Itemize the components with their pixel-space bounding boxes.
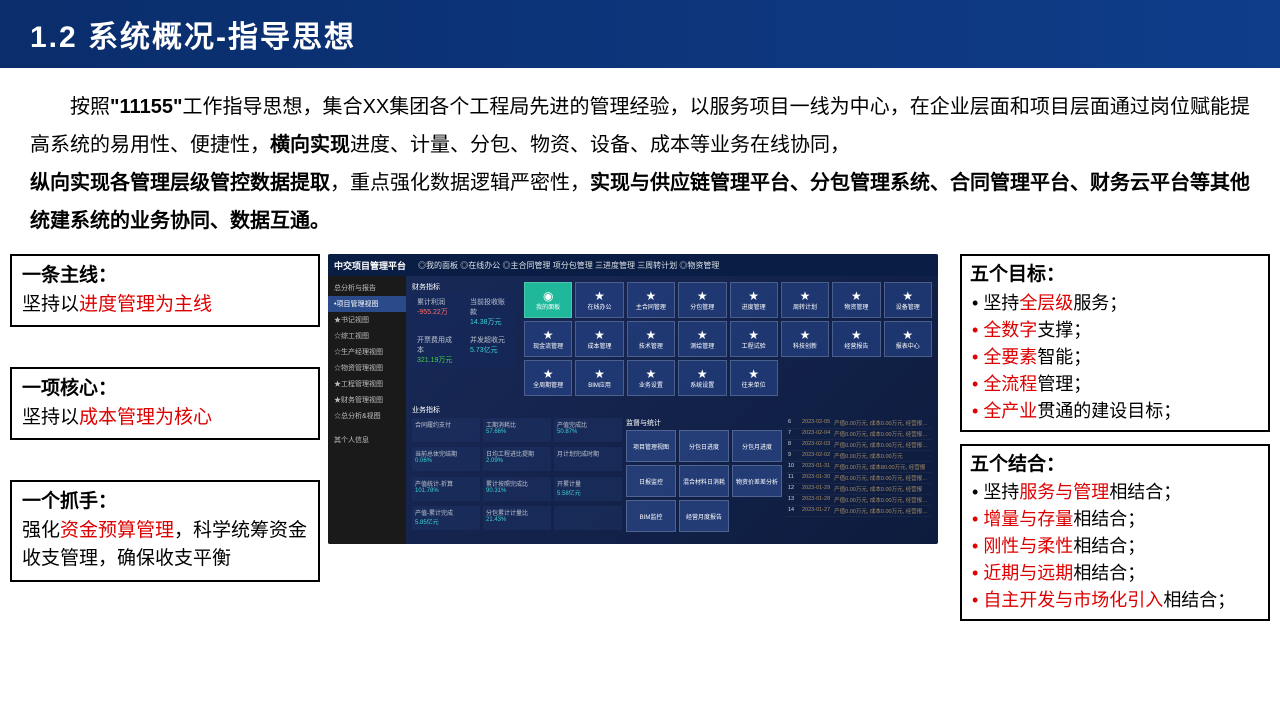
left-column: 一条主线： 坚持以进度管理为主线 一项核心： 坚持以成本管理为核心 一个抓手： … [10,254,320,621]
dashboard-screenshot: 中交项目管理平台 ◎我的面板 ◎在线办公 ◎主合同管理 项分包管理 三进度管理 … [328,254,938,544]
box-five-combos: 五个结合： 坚持服务与管理相结合；增量与存量相结合；刚性与柔性相结合；近期与远期… [960,444,1270,622]
right-column: 五个目标： 坚持全层级服务；全数字支撑；全要素智能；全流程管理；全产业贯通的建设… [960,254,1270,621]
dashboard-sidebar: 总分析与报告 •项目管理视图★书记视图☆综工视图☆生产经理视图☆物资管理视图★工… [328,276,406,544]
dashboard-topbar: 中交项目管理平台 ◎我的面板 ◎在线办公 ◎主合同管理 项分包管理 三进度管理 … [328,254,938,276]
box-mainline: 一条主线： 坚持以进度管理为主线 [10,254,320,327]
box-grip: 一个抓手： 强化资金预算管理，科学统筹资金收支管理，确保收支平衡 [10,480,320,582]
slide-title: 1.2 系统概况-指导思想 [0,0,1280,68]
box-core: 一项核心： 坚持以成本管理为核心 [10,367,320,440]
main-paragraph: 按照"11155"工作指导思想，集合XX集团各个工程局先进的管理经验，以服务项目… [0,68,1280,254]
box-five-goals: 五个目标： 坚持全层级服务；全数字支撑；全要素智能；全流程管理；全产业贯通的建设… [960,254,1270,432]
center-column: 中交项目管理平台 ◎我的面板 ◎在线办公 ◎主合同管理 项分包管理 三进度管理 … [328,254,952,621]
